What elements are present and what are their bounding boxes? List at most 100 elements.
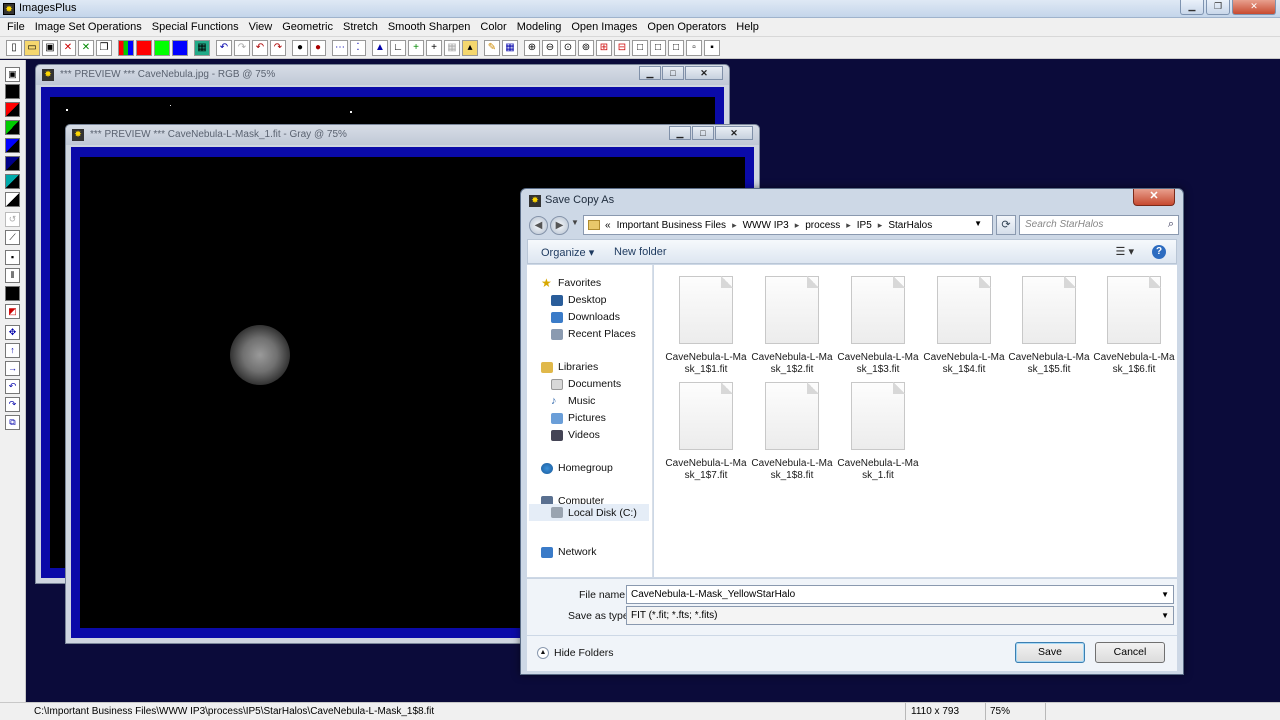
save-type-dropdown-icon[interactable]: ▼ [1161, 611, 1169, 620]
crosshair-green-icon[interactable]: + [408, 39, 424, 56]
copy-frame-icon[interactable]: ⧉ [5, 415, 20, 430]
history-dropdown-icon[interactable]: ▼ [571, 218, 579, 227]
save-button[interactable]: Save [1015, 642, 1085, 663]
redo-all-icon[interactable]: ↷ [270, 39, 286, 56]
menu-view[interactable]: View [244, 21, 278, 33]
menu-modeling[interactable]: Modeling [512, 21, 567, 33]
nav-documents[interactable]: Documents [551, 378, 621, 390]
grid-light-icon[interactable]: ▦ [444, 39, 460, 56]
forward-arrow-icon[interactable]: ▶ [550, 216, 569, 235]
back-arrow-icon[interactable]: ◀ [529, 216, 548, 235]
cancel-button[interactable]: Cancel [1095, 642, 1165, 663]
frame-medium-icon[interactable]: □ [668, 39, 684, 56]
navy-black-icon[interactable] [5, 156, 20, 171]
nav-downloads[interactable]: Downloads [551, 311, 620, 323]
arrow-up-icon[interactable]: ↑ [5, 343, 20, 358]
redo-disabled-icon[interactable]: ↷ [234, 39, 250, 56]
menu-color[interactable]: Color [475, 21, 511, 33]
menu-help[interactable]: Help [731, 21, 764, 33]
blue-channel-icon[interactable] [172, 39, 188, 56]
file-name-dropdown-icon[interactable]: ▼ [1161, 590, 1169, 599]
white-black-icon[interactable] [5, 192, 20, 207]
chevron-right-icon[interactable]: ▸ [795, 220, 800, 231]
nav-favorites[interactable]: ★ Favorites [541, 277, 601, 290]
nav-recent-places[interactable]: Recent Places [551, 328, 636, 340]
slash-icon[interactable]: ⟋ [5, 230, 20, 245]
mask-maximize-button[interactable]: □ [692, 126, 714, 140]
dots-icon[interactable]: ⋯ [332, 39, 348, 56]
rgb-maximize-button[interactable]: □ [662, 66, 684, 80]
new-file-icon[interactable]: ▯ [6, 39, 22, 56]
zoom-actual-icon[interactable]: ⊚ [578, 39, 594, 56]
breadcrumb-overflow[interactable]: « [605, 220, 611, 231]
curve-icon[interactable]: ∟ [390, 39, 406, 56]
chevron-right-icon[interactable]: ▸ [878, 220, 883, 231]
arrow-right-icon[interactable]: → [5, 361, 20, 376]
file-item[interactable]: CaveNebula-L-Mask_1$3.fit [836, 276, 920, 376]
new-folder-button[interactable]: New folder [614, 246, 667, 258]
bars-icon[interactable]: ⦀ [5, 268, 20, 283]
nav-local-disk[interactable]: Local Disk (C:) [529, 504, 649, 521]
crosshair-icon[interactable]: + [426, 39, 442, 56]
menu-open-operators[interactable]: Open Operators [642, 21, 731, 33]
table-icon[interactable]: ▦ [502, 39, 518, 56]
address-dropdown-icon[interactable]: ▼ [974, 219, 982, 228]
red-black-icon[interactable] [5, 102, 20, 117]
file-item[interactable]: CaveNebula-L-Mask_1$6.fit [1092, 276, 1176, 376]
dialog-titlebar[interactable]: ✸ Save Copy As ✕ [521, 189, 1183, 211]
nav-desktop[interactable]: Desktop [551, 294, 607, 306]
rotate-disabled-icon[interactable]: ↺ [5, 212, 20, 227]
close-button[interactable]: ✕ [1232, 0, 1276, 15]
zoom-fit-icon[interactable]: ⊙ [560, 39, 576, 56]
rgb-channel-icon[interactable] [118, 39, 134, 56]
black-icon[interactable] [5, 84, 20, 99]
close-all-icon[interactable]: ✕ [78, 39, 94, 56]
menu-smooth-sharpen[interactable]: Smooth Sharpen [383, 21, 476, 33]
add-red-icon[interactable]: ⊞ [596, 39, 612, 56]
dot-box-icon[interactable]: ▪ [5, 250, 20, 265]
nav-videos[interactable]: Videos [551, 429, 600, 441]
frame-small-icon[interactable]: ▫ [686, 39, 702, 56]
green-channel-icon[interactable] [154, 39, 170, 56]
crop-icon[interactable]: ◩ [5, 304, 20, 319]
frame-tiny-icon[interactable]: ▪ [704, 39, 720, 56]
file-item[interactable]: CaveNebula-L-Mask_1$5.fit [1007, 276, 1091, 376]
red-channel-icon[interactable] [136, 39, 152, 56]
zoom-out-icon[interactable]: ⊖ [542, 39, 558, 56]
file-item[interactable]: CaveNebula-L-Mask_1$2.fit [750, 276, 834, 376]
breadcrumb-important-business-files[interactable]: Important Business Files [617, 220, 727, 231]
record-icon[interactable]: ● [292, 39, 308, 56]
search-icon[interactable]: ⌕ [1168, 218, 1174, 231]
breadcrumb-process[interactable]: process [805, 220, 840, 231]
file-item[interactable]: CaveNebula-L-Mask_1$4.fit [922, 276, 1006, 376]
record-red-icon[interactable]: ● [310, 39, 326, 56]
subtract-red-icon[interactable]: ⊟ [614, 39, 630, 56]
histogram-icon[interactable]: ▲ [372, 39, 388, 56]
menu-geometric[interactable]: Geometric [277, 21, 338, 33]
pixel-info-icon[interactable]: ⁚ [350, 39, 366, 56]
file-item[interactable]: CaveNebula-L-Mask_1$7.fit [664, 382, 748, 482]
move-icon[interactable]: ✥ [5, 325, 20, 340]
menu-special-functions[interactable]: Special Functions [147, 21, 244, 33]
help-icon[interactable]: ? [1152, 245, 1166, 259]
minimize-button[interactable]: ▁ [1180, 0, 1204, 15]
refresh-icon[interactable]: ⟳ [996, 215, 1016, 235]
file-name-input[interactable]: CaveNebula-L-Mask_YellowStarHalo ▼ [626, 585, 1174, 604]
undo-all-icon[interactable]: ↶ [252, 39, 268, 56]
image-info-icon[interactable]: ▴ [462, 39, 478, 56]
search-input[interactable]: Search StarHalos ⌕ [1019, 215, 1179, 235]
save-icon[interactable]: ▣ [5, 67, 20, 82]
grid-icon[interactable]: ▦ [194, 39, 210, 56]
mask-preview-titlebar[interactable]: ✸ *** PREVIEW *** CaveNebula-L-Mask_1.fi… [66, 125, 759, 145]
open-folder-icon[interactable]: ▭ [24, 39, 40, 56]
close-image-icon[interactable]: ✕ [60, 39, 76, 56]
save-type-select[interactable]: FIT (*.fit; *.fts; *.fits) ▼ [626, 606, 1174, 625]
rgb-preview-titlebar[interactable]: ✸ *** PREVIEW *** CaveNebula.jpg - RGB @… [36, 65, 729, 85]
blue-black-icon[interactable] [5, 138, 20, 153]
green-black-icon[interactable] [5, 120, 20, 135]
breadcrumb-www-ip3[interactable]: WWW IP3 [743, 220, 789, 231]
dialog-close-button[interactable]: ✕ [1133, 189, 1175, 206]
restore-button[interactable]: ❐ [1206, 0, 1230, 15]
rotate-right-icon[interactable]: ↷ [5, 397, 20, 412]
nav-libraries[interactable]: Libraries [541, 361, 598, 373]
